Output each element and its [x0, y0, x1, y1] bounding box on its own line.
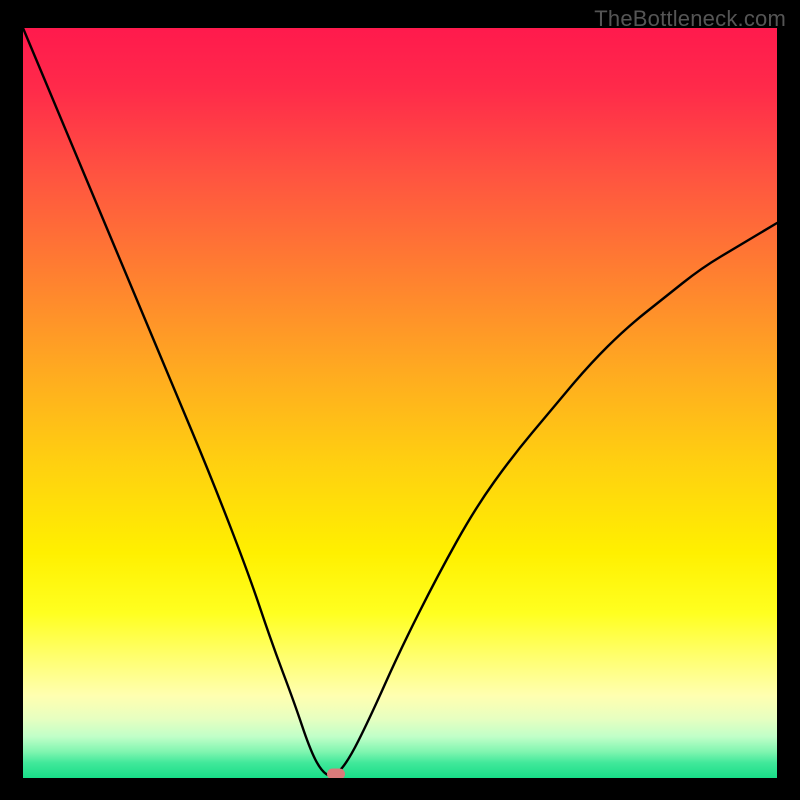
bottleneck-curve — [23, 28, 777, 778]
optimal-point-marker — [327, 769, 345, 778]
watermark-text: TheBottleneck.com — [594, 6, 786, 32]
plot-area — [23, 28, 777, 778]
